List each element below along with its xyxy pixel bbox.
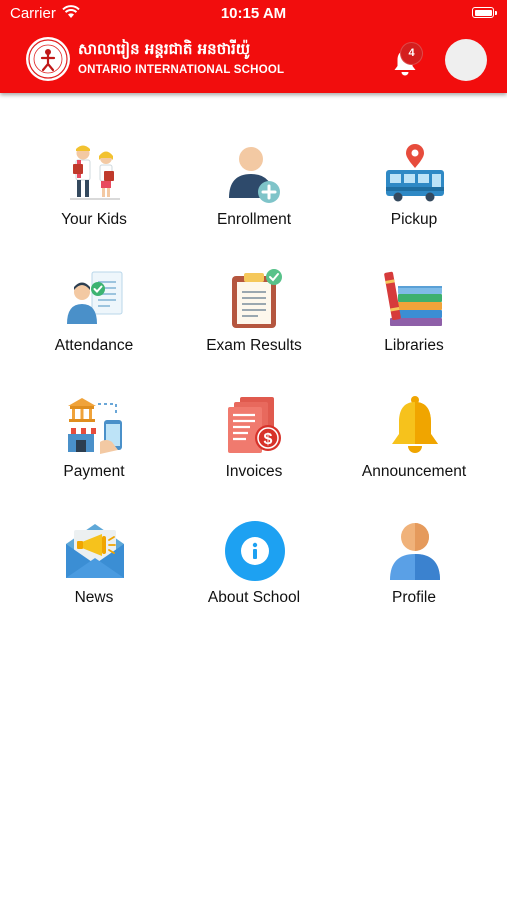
notification-count-badge: 4 (400, 42, 423, 65)
menu-item-exam-results[interactable]: Exam Results (174, 266, 334, 392)
menu-item-label: Pickup (390, 211, 438, 228)
svg-text:$: $ (264, 431, 273, 448)
bus-icon (386, 144, 444, 202)
enrollment-icon (229, 147, 280, 203)
menu-item-invoices[interactable]: $ Invoices (174, 392, 334, 518)
menu-grid: Your Kids Enrollment Pickup Attendance E… (14, 140, 494, 644)
menu-item-label: Profile (392, 589, 436, 606)
app-header: Carrier 10:15 AM សាលារៀន អន្តរជាតិ អនថារ… (0, 0, 507, 93)
school-logo (26, 37, 70, 81)
menu-item-label: Exam Results (206, 337, 302, 354)
menu-item-label: About School (207, 589, 301, 606)
menu-item-about-school[interactable]: About School (174, 518, 334, 644)
menu-item-label: News (74, 589, 114, 606)
menu-item-label: Announcement (361, 463, 467, 480)
menu-row: Your Kids Enrollment Pickup (14, 140, 494, 266)
books-icon (384, 271, 442, 326)
attendance-icon (67, 271, 123, 324)
menu-item-label: Enrollment (216, 211, 292, 228)
menu-row: News About School Profile (14, 518, 494, 644)
clipboard-icon (232, 269, 282, 328)
megaphone-icon (66, 524, 124, 578)
battery-icon (472, 7, 497, 18)
menu-item-enrollment[interactable]: Enrollment (174, 140, 334, 266)
invoice-icon: $ (228, 397, 281, 453)
menu-item-label: Attendance (54, 337, 134, 354)
bell-icon (392, 396, 438, 453)
menu-item-your-kids[interactable]: Your Kids (14, 140, 174, 266)
menu-row: Payment $ Invoices Announcement (14, 392, 494, 518)
menu-row: Attendance Exam Results Libraries (14, 266, 494, 392)
menu-item-label: Libraries (384, 337, 444, 354)
info-icon (225, 521, 285, 581)
menu-item-payment[interactable]: Payment (14, 392, 174, 518)
payment-icon (66, 398, 122, 454)
status-bar: Carrier 10:15 AM (0, 0, 507, 28)
school-name-english: ONTARIO INTERNATIONAL SCHOOL (78, 64, 285, 76)
clock: 10:15 AM (220, 5, 287, 22)
menu-item-news[interactable]: News (14, 518, 174, 644)
user-icon (390, 523, 440, 580)
kids-icon (70, 145, 120, 200)
menu-item-pickup[interactable]: Pickup (334, 140, 494, 266)
menu-item-label: Payment (63, 463, 125, 480)
menu-item-label: Invoices (225, 463, 283, 480)
menu-item-label: Your Kids (61, 211, 127, 228)
menu-item-libraries[interactable]: Libraries (334, 266, 494, 392)
menu-item-announcement[interactable]: Announcement (334, 392, 494, 518)
school-name-khmer: សាលារៀន អន្តរជាតិ អនថារីយ៉ូ (78, 40, 251, 58)
menu-item-profile[interactable]: Profile (334, 518, 494, 644)
avatar[interactable] (445, 39, 487, 81)
menu-item-attendance[interactable]: Attendance (14, 266, 174, 392)
